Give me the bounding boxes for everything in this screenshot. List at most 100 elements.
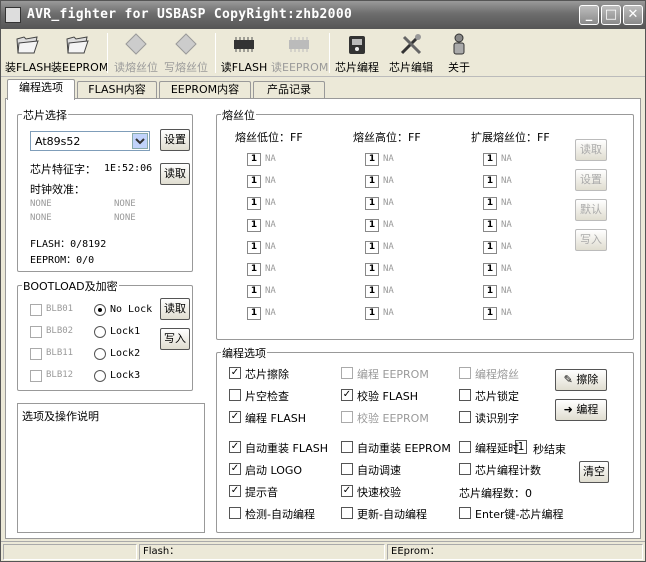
- option-checkbox[interactable]: [341, 507, 353, 519]
- option-checkbox[interactable]: ✓: [229, 463, 241, 475]
- option-checkbox[interactable]: [341, 367, 353, 379]
- option-checkbox[interactable]: ✓: [341, 485, 353, 497]
- fuse-bit-box[interactable]: 1: [483, 175, 497, 188]
- fuse-bit-box[interactable]: 1: [247, 263, 261, 276]
- program-options-group: 编程选项 1 秒结束 芯片编程数：0 ✎ 擦除 ➜ 编程 清空 ✓ 芯片擦除 编程 …: [216, 345, 634, 533]
- option-label: 自动重装 FLASH: [245, 442, 328, 455]
- lock3-radio[interactable]: [94, 370, 106, 382]
- fuse-bit-label: NA: [383, 154, 394, 164]
- fuse-bit-box[interactable]: 1: [483, 197, 497, 210]
- fuse-bit-box[interactable]: 1: [247, 307, 261, 320]
- fuse-bit-box[interactable]: 1: [365, 241, 379, 254]
- folder-icon: [16, 36, 39, 54]
- fuse-bit-box[interactable]: 1: [365, 175, 379, 188]
- close-button[interactable]: ✕: [623, 5, 643, 25]
- tab-program-options[interactable]: 编程选项: [7, 79, 75, 100]
- blb01-checkbox[interactable]: [30, 304, 42, 316]
- fuse-bit-box[interactable]: 1: [365, 219, 379, 232]
- fuse-read-button[interactable]: 读取: [575, 139, 607, 161]
- fuse-set-button[interactable]: 设置: [575, 169, 607, 191]
- option-checkbox[interactable]: [341, 411, 353, 423]
- option-checkbox[interactable]: ✓: [229, 441, 241, 453]
- option-checkbox[interactable]: ✓: [229, 485, 241, 497]
- fuse-bit-box[interactable]: 1: [483, 285, 497, 298]
- option-checkbox[interactable]: [459, 507, 471, 519]
- chip-edit-button[interactable]: 芯片编辑: [385, 31, 437, 75]
- blb02-checkbox[interactable]: [30, 326, 42, 338]
- fuse-bit-box[interactable]: 1: [365, 285, 379, 298]
- group-label: 熔丝位: [221, 107, 256, 123]
- tab-flash-content[interactable]: FLASH内容: [77, 81, 157, 99]
- blb12-checkbox[interactable]: [30, 370, 42, 382]
- option-checkbox[interactable]: ✓: [341, 389, 353, 401]
- fuse-bit-box[interactable]: 1: [365, 153, 379, 166]
- chip-read-button[interactable]: 读取: [160, 163, 190, 185]
- erase-button[interactable]: ✎ 擦除: [555, 369, 607, 391]
- fuse-bit-box[interactable]: 1: [483, 241, 497, 254]
- option-checkbox[interactable]: [459, 367, 471, 379]
- fuse-bit-box[interactable]: 1: [247, 175, 261, 188]
- load-eeprom-button[interactable]: 装EEPROM: [51, 31, 108, 75]
- erase-label: 擦除: [576, 373, 599, 386]
- option-checkbox[interactable]: ✓: [229, 367, 241, 379]
- fuse-bit-box[interactable]: 1: [365, 197, 379, 210]
- option-label: 提示音: [245, 486, 278, 499]
- maximize-button[interactable]: □: [601, 5, 621, 25]
- fuse-bit-label: NA: [501, 198, 512, 208]
- minimize-button[interactable]: _: [579, 5, 599, 25]
- option-checkbox[interactable]: [459, 463, 471, 475]
- chip-dropdown[interactable]: At89s52: [30, 131, 150, 151]
- fuse-bit-box[interactable]: 1: [247, 153, 261, 166]
- signature-label: 芯片特征字：: [30, 163, 96, 176]
- lock-write-button[interactable]: 写入: [160, 328, 190, 350]
- read-eeprom-button[interactable]: 读EEPROM: [271, 31, 328, 75]
- fuse-bit-box[interactable]: 1: [483, 263, 497, 276]
- blb11-checkbox[interactable]: [30, 348, 42, 360]
- fuse-bit-box[interactable]: 1: [365, 263, 379, 276]
- tab-product-records[interactable]: 产品记录: [253, 81, 325, 99]
- chevron-down-icon[interactable]: [132, 133, 148, 149]
- lock-read-button[interactable]: 读取: [160, 298, 190, 320]
- toolbar: 装FLASH 装EEPROM 读熔丝位 写熔丝位 读FLASH 读EEPROM …: [1, 29, 645, 77]
- lock1-radio[interactable]: [94, 326, 106, 338]
- option-checkbox[interactable]: [459, 441, 471, 453]
- read-flash-button[interactable]: 读FLASH: [219, 31, 269, 75]
- status-eeprom: EEprom：: [387, 544, 643, 560]
- option-checkbox[interactable]: [459, 389, 471, 401]
- fuse-bit-box[interactable]: 1: [247, 241, 261, 254]
- flash-size: FLASH：0/8192: [30, 239, 107, 250]
- program-button[interactable]: ➜ 编程: [555, 399, 607, 421]
- chip-set-button[interactable]: 设置: [160, 129, 190, 151]
- fuse-bit-box[interactable]: 1: [483, 307, 497, 320]
- app-icon: [5, 7, 21, 23]
- chip-program-button[interactable]: 芯片编程: [331, 31, 383, 75]
- option-label: 读识别字: [475, 412, 519, 425]
- window-title: AVR_fighter for USBASP CopyRight:zhb2000: [27, 7, 353, 22]
- fuse-bit-box[interactable]: 1: [483, 219, 497, 232]
- no-lock-radio[interactable]: [94, 304, 106, 316]
- write-fuse-button[interactable]: 写熔丝位: [161, 31, 211, 75]
- option-checkbox[interactable]: [459, 411, 471, 423]
- option-checkbox[interactable]: ✓: [229, 411, 241, 423]
- load-flash-button[interactable]: 装FLASH: [5, 31, 52, 75]
- option-checkbox[interactable]: [229, 507, 241, 519]
- lock2-radio[interactable]: [94, 348, 106, 360]
- fuse-default-button[interactable]: 默认: [575, 199, 607, 221]
- about-button[interactable]: 关于: [441, 31, 477, 75]
- clock-value: NONE: [30, 213, 52, 223]
- clear-button[interactable]: 清空: [579, 461, 609, 483]
- fuse-bit-box[interactable]: 1: [365, 307, 379, 320]
- fuse-bit-box[interactable]: 1: [483, 153, 497, 166]
- option-checkbox[interactable]: [341, 441, 353, 453]
- fuse-write-button[interactable]: 写入: [575, 229, 607, 251]
- read-fuse-button[interactable]: 读熔丝位: [111, 31, 161, 75]
- option-checkbox[interactable]: [229, 389, 241, 401]
- fuse-bit-box[interactable]: 1: [247, 197, 261, 210]
- tab-eeprom-content[interactable]: EEPROM内容: [159, 81, 251, 99]
- option-label: 片空检查: [245, 390, 289, 403]
- fuse-bit-box[interactable]: 1: [247, 285, 261, 298]
- lock3-label: Lock3: [110, 370, 141, 381]
- fuse-bit-box[interactable]: 1: [247, 219, 261, 232]
- delay-suffix: 秒结束: [533, 443, 566, 456]
- option-checkbox[interactable]: [341, 463, 353, 475]
